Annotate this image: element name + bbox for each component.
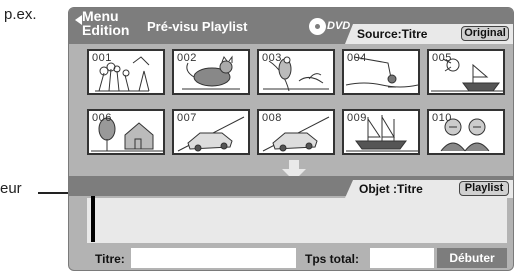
thumbnail-number: 001: [92, 52, 112, 64]
thumbnail-number: 007: [177, 112, 197, 124]
thumbnail-number: 010: [432, 112, 452, 124]
source-tab: Source:Titre Original: [345, 24, 513, 44]
thumbnail-number: 004: [347, 52, 367, 64]
thumbnail-006[interactable]: 006: [87, 109, 165, 155]
menu-edition-button[interactable]: Menu Edition: [82, 9, 129, 37]
dvd-label: DVD: [327, 20, 351, 32]
thumbnail-010[interactable]: 010: [427, 109, 505, 155]
playlist-preview-screen: Menu Edition Pré-visu Playlist DVD Sourc…: [68, 7, 514, 271]
original-button[interactable]: Original: [461, 26, 509, 41]
thumbnail-002[interactable]: 002: [172, 49, 250, 95]
thumbnail-number: 002: [177, 52, 197, 64]
page-title: Pré-visu Playlist: [147, 19, 248, 34]
object-label: Objet :Titre: [359, 182, 423, 196]
thumbnail-number: 006: [92, 112, 112, 124]
thumbnail-005[interactable]: 005: [427, 49, 505, 95]
title-label: Titre:: [95, 252, 125, 266]
object-tab: Objet :Titre Playlist: [345, 180, 513, 198]
thumbnail-007[interactable]: 007: [172, 109, 250, 155]
thumbnail-number: 005: [432, 52, 452, 64]
playlist-area[interactable]: [87, 198, 507, 243]
total-time-label: Tps total:: [305, 252, 359, 266]
thumbnail-number: 008: [262, 112, 282, 124]
thumbnail-number: 003: [262, 52, 282, 64]
playlist-button[interactable]: Playlist: [459, 181, 509, 196]
example-annotation: p.ex.: [4, 6, 37, 23]
thumbnail-009[interactable]: 009: [342, 109, 420, 155]
cursor-annotation: eur: [0, 180, 22, 197]
thumbnail-004[interactable]: 004: [342, 49, 420, 95]
thumbnail-number: 009: [347, 112, 367, 124]
thumbnail-001[interactable]: 001: [87, 49, 165, 95]
menu-line1: Menu: [82, 8, 119, 24]
title-field[interactable]: [131, 248, 296, 268]
dvd-logo: DVD: [309, 18, 351, 36]
total-time-field: [370, 248, 434, 268]
menu-line2: Edition: [82, 22, 130, 38]
start-button[interactable]: Débuter: [437, 248, 507, 268]
disc-icon: [309, 18, 326, 35]
thumbnail-grid: 001 002 003 004 005 006 007 008 009 010: [87, 49, 507, 159]
thumbnail-008[interactable]: 008: [257, 109, 335, 155]
thumbnail-003[interactable]: 003: [257, 49, 335, 95]
menu-arrow-icon: [75, 15, 82, 25]
source-label: Source:Titre: [357, 27, 428, 41]
insertion-cursor: [91, 196, 95, 242]
